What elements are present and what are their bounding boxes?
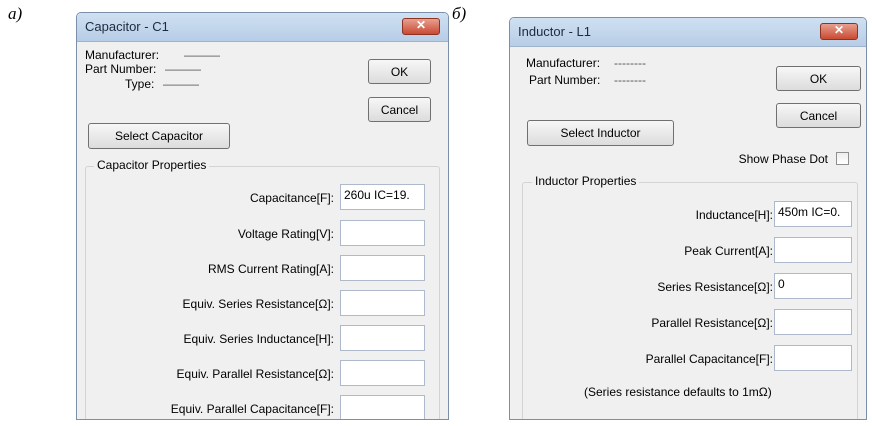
voltage-rating-input[interactable] (340, 220, 425, 246)
inductor-dialog-body: Manufacturer: -------- Part Number: ----… (510, 47, 866, 419)
capacitor-close-button[interactable]: ✕ (402, 18, 440, 35)
cancel-button[interactable]: Cancel (368, 97, 431, 122)
parallel-resistance-input[interactable] (774, 309, 852, 335)
show-phase-dot-label: Show Phase Dot (738, 152, 828, 166)
ok-button[interactable]: OK (776, 66, 861, 91)
panel-label-a: а) (8, 4, 23, 23)
inductor-properties-title: Inductor Properties (532, 174, 640, 188)
capacitor-properties-title: Capacitor Properties (94, 158, 210, 172)
manufacturer-label: Manufacturer: (85, 48, 160, 62)
voltage-rating-label: Voltage Rating[V]: (237, 227, 334, 241)
series-resistance-note: (Series resistance defaults to 1mΩ) (584, 385, 772, 399)
esl-label: Equiv. Series Inductance[H]: (183, 332, 334, 346)
cancel-button-label: Cancel (799, 109, 838, 123)
panel-label-b: б) (452, 4, 467, 23)
epr-input[interactable] (340, 360, 425, 386)
select-capacitor-button[interactable]: Select Capacitor (88, 123, 230, 149)
inductor-dialog: Inductor - L1 ✕ Manufacturer: -------- P… (509, 17, 867, 420)
manufacturer-value: ——— (184, 48, 220, 62)
inductance-input[interactable]: 450m IC=0. (774, 201, 852, 227)
select-capacitor-label: Select Capacitor (114, 129, 204, 143)
cancel-button[interactable]: Cancel (776, 103, 861, 128)
parallel-capacitance-label: Parallel Capacitance[F]: (645, 352, 773, 366)
inductor-titlebar: Inductor - L1 ✕ (510, 18, 866, 47)
capacitor-dialog-title: Capacitor - C1 (85, 19, 169, 34)
series-resistance-input[interactable]: 0 (774, 273, 852, 299)
cancel-button-label: Cancel (380, 103, 419, 117)
part-number-value: -------- (614, 73, 646, 87)
ok-button-label: OK (390, 65, 409, 79)
part-number-label: Part Number: (529, 73, 601, 87)
manufacturer-value: -------- (614, 56, 646, 70)
part-number-value: ——— (165, 62, 201, 76)
rms-current-rating-label: RMS Current Rating[A]: (207, 262, 334, 276)
epc-input[interactable] (340, 395, 425, 419)
capacitance-input[interactable]: 260u IC=19. (340, 184, 425, 210)
select-inductor-button[interactable]: Select Inductor (527, 120, 674, 146)
inductance-label: Inductance[H]: (695, 208, 773, 222)
close-icon: ✕ (833, 23, 845, 37)
esr-label: Equiv. Series Resistance[Ω]: (182, 297, 334, 311)
capacitor-dialog-body: Manufacturer: ——— Part Number: ——— Type:… (77, 42, 448, 419)
capacitor-dialog: Capacitor - C1 ✕ Manufacturer: ——— Part … (76, 12, 449, 420)
type-value: ——— (163, 77, 199, 91)
inductor-close-button[interactable]: ✕ (820, 23, 858, 40)
parallel-capacitance-input[interactable] (774, 345, 852, 371)
parallel-resistance-label: Parallel Resistance[Ω]: (651, 316, 773, 330)
part-number-label: Part Number: (85, 62, 157, 76)
show-phase-dot-checkbox[interactable] (836, 152, 849, 165)
capacitor-titlebar: Capacitor - C1 ✕ (77, 13, 448, 42)
manufacturer-label: Manufacturer: (526, 56, 601, 70)
select-inductor-label: Select Inductor (560, 126, 641, 140)
ok-button[interactable]: OK (368, 59, 431, 84)
peak-current-label: Peak Current[A]: (684, 244, 773, 258)
close-icon: ✕ (415, 18, 427, 32)
ok-button-label: OK (809, 72, 828, 86)
esr-input[interactable] (340, 290, 425, 316)
inductor-dialog-title: Inductor - L1 (518, 24, 591, 39)
epc-label: Equiv. Parallel Capacitance[F]: (170, 402, 334, 416)
epr-label: Equiv. Parallel Resistance[Ω]: (176, 367, 334, 381)
rms-current-rating-input[interactable] (340, 255, 425, 281)
capacitance-label: Capacitance[F]: (249, 191, 334, 205)
series-resistance-label: Series Resistance[Ω]: (657, 280, 773, 294)
peak-current-input[interactable] (774, 237, 852, 263)
type-label: Type: (125, 77, 155, 91)
esl-input[interactable] (340, 325, 425, 351)
